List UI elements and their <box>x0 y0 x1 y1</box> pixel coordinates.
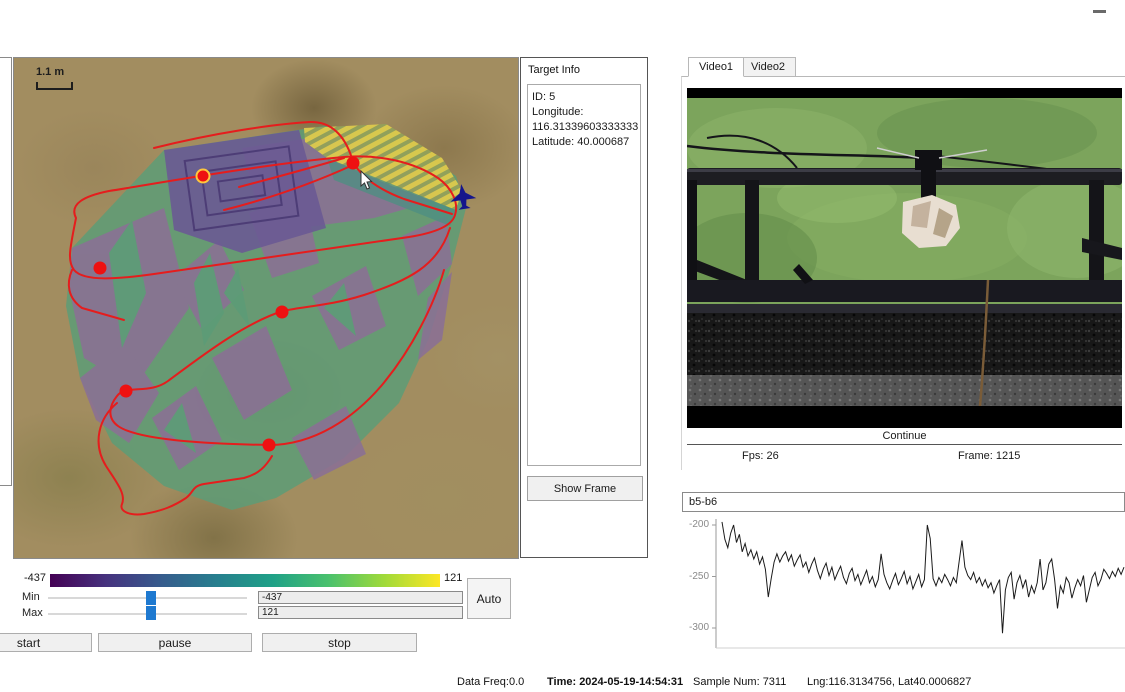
colorbar-max-label: 121 <box>444 572 462 584</box>
minimize-icon[interactable] <box>1093 10 1106 13</box>
continue-button[interactable]: Continue <box>687 428 1122 445</box>
video-content <box>687 88 1122 428</box>
app-window: 1.1 m Target Info ID: 5 Longitude: 116.3… <box>0 0 1125 692</box>
show-frame-button[interactable]: Show Frame <box>527 476 643 501</box>
waypoint-dot[interactable] <box>94 262 107 275</box>
start-button[interactable]: start <box>0 633 92 652</box>
waypoint-dot[interactable] <box>197 170 210 183</box>
left-cutoff-panel <box>0 57 12 486</box>
status-sample-num: Sample Num: 7311 <box>693 676 786 688</box>
target-info-panel: Target Info ID: 5 Longitude: 116.3133960… <box>520 57 648 558</box>
target-id: ID: 5 <box>532 90 636 105</box>
colorbar-gradient <box>50 574 440 587</box>
max-slider-handle[interactable] <box>146 606 156 620</box>
map-overlay[interactable] <box>14 58 518 558</box>
waypoint-dot[interactable] <box>347 157 360 170</box>
chart-title-box[interactable]: b5-b6 <box>682 492 1125 512</box>
tab-video1[interactable]: Video1 <box>688 57 744 77</box>
colorbar-min-label: -437 <box>20 572 46 584</box>
waypoint-dot[interactable] <box>276 306 289 319</box>
max-value-field[interactable]: 121 <box>258 606 463 619</box>
target-latitude: Latitude: 40.000687 <box>532 135 636 150</box>
min-slider-handle[interactable] <box>146 591 156 605</box>
video-display[interactable] <box>687 88 1122 428</box>
heatmap-maze-region <box>164 130 326 253</box>
pause-button[interactable]: pause <box>98 633 252 652</box>
signal-chart[interactable]: -200 -250 -300 <box>682 513 1125 655</box>
target-longitude-value: 116.31339603333333 <box>532 120 636 135</box>
scale-bar <box>37 82 72 89</box>
chart-plot[interactable] <box>682 513 1125 655</box>
frame-number-label: Frame: 1215 <box>958 450 1020 462</box>
status-data-freq: Data Freq:0.0 <box>457 676 524 688</box>
max-slider-label: Max <box>22 607 43 619</box>
status-time: Time: 2024-05-19-14:54:31 <box>547 676 683 688</box>
tab-video2[interactable]: Video2 <box>740 57 796 77</box>
chart-ytick-label: -250 <box>679 571 709 582</box>
target-info-box: ID: 5 Longitude: 116.31339603333333 Lati… <box>527 84 641 466</box>
waypoint-dot[interactable] <box>263 439 276 452</box>
stop-button[interactable]: stop <box>262 633 417 652</box>
map-view[interactable]: 1.1 m <box>13 57 519 559</box>
min-value-field[interactable]: -437 <box>258 591 463 604</box>
target-info-title: Target Info <box>528 64 580 76</box>
min-slider-label: Min <box>22 591 40 603</box>
chart-ytick-label: -300 <box>679 622 709 633</box>
status-lnglat: Lng:116.3134756, Lat40.0006827 <box>807 676 971 688</box>
chart-ytick-label: -200 <box>679 519 709 530</box>
fps-label: Fps: 26 <box>742 450 779 462</box>
target-longitude-label: Longitude: <box>532 105 636 120</box>
waypoint-dot[interactable] <box>120 385 133 398</box>
auto-button[interactable]: Auto <box>467 578 511 619</box>
scale-label: 1.1 m <box>36 66 64 78</box>
